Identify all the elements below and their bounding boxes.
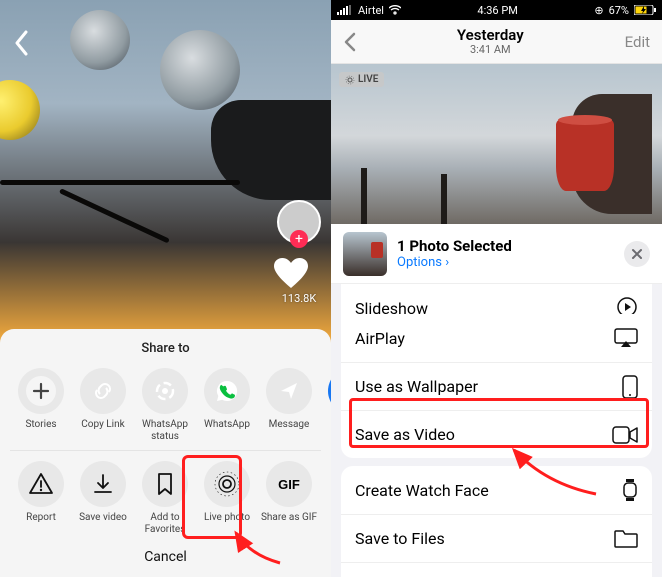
action-add-favorites[interactable]: Add to Favorites <box>134 461 196 535</box>
share-whatsapp-status[interactable]: WhatsApp status <box>134 368 196 442</box>
wifi-icon <box>389 5 401 15</box>
folder-icon <box>614 530 638 548</box>
action-create-watch-face[interactable]: Create Watch Face <box>341 466 652 514</box>
share-copy-link[interactable]: Copy Link <box>72 368 134 442</box>
share-header: 1 Photo Selected Options › <box>331 224 662 284</box>
signal-icon <box>337 5 353 15</box>
action-assign-contact[interactable]: Assign to Contact <box>341 562 652 577</box>
phone-icon <box>622 375 638 399</box>
share-whatsapp[interactable]: WhatsApp <box>196 368 258 442</box>
whatsapp-status-icon <box>142 368 188 414</box>
share-row-actions: Report Save video Add to Favorites Live … <box>0 459 331 539</box>
airplay-icon <box>614 328 638 348</box>
download-icon <box>80 461 126 507</box>
share-row-apps: Stories Copy Link WhatsApp status WhatsA… <box>0 366 331 446</box>
battery-icon <box>634 5 656 15</box>
close-button[interactable] <box>624 241 650 267</box>
actions-scroll[interactable]: Slideshow AirPlay Use as Wallpaper Save … <box>331 284 662 577</box>
video-background: 113.8K <box>0 0 331 340</box>
cancel-button[interactable]: Cancel <box>0 539 331 567</box>
like-button[interactable] <box>273 258 325 290</box>
nav-title: Yesterday 3:41 AM <box>457 27 524 57</box>
clock: 4:36 PM <box>477 4 517 17</box>
selection-title: 1 Photo Selected <box>397 237 512 255</box>
send-icon <box>266 368 312 414</box>
action-slideshow[interactable]: Slideshow <box>341 284 652 314</box>
link-icon <box>80 368 126 414</box>
carrier-label: Airtel <box>358 4 384 17</box>
creator-avatar[interactable] <box>277 200 321 244</box>
action-save-to-files[interactable]: Save to Files <box>341 514 652 562</box>
video-icon <box>612 426 638 444</box>
share-sheet: Share to Stories Copy Link WhatsApp stat… <box>0 329 331 577</box>
back-button[interactable] <box>14 30 30 56</box>
photo-preview[interactable]: LIVE <box>331 64 662 224</box>
live-badge: LIVE <box>339 72 384 87</box>
status-bar: Airtel 4:36 PM ⊕ 67% <box>331 0 662 20</box>
like-count: 113.8K <box>273 292 325 305</box>
share-title: Share to <box>0 341 331 356</box>
nav-edit[interactable]: Edit <box>625 33 650 51</box>
action-group-1: Slideshow AirPlay Use as Wallpaper Save … <box>341 284 652 458</box>
share-stories[interactable]: Stories <box>10 368 72 442</box>
whatsapp-icon <box>204 368 250 414</box>
action-airplay[interactable]: AirPlay <box>341 314 652 362</box>
photos-screen: Airtel 4:36 PM ⊕ 67% Yesterday 3:41 AM E… <box>331 0 662 577</box>
share-facebook[interactable]: Fa <box>320 368 331 442</box>
action-save-video[interactable]: Save video <box>72 461 134 535</box>
nav-back[interactable] <box>343 32 356 52</box>
battery-pct: 67% <box>609 4 629 17</box>
selection-thumbnail <box>343 232 387 276</box>
action-save-as-video[interactable]: Save as Video <box>341 410 652 458</box>
report-icon <box>18 461 64 507</box>
action-live-photo[interactable]: Live photo <box>196 461 258 535</box>
action-wallpaper[interactable]: Use as Wallpaper <box>341 362 652 410</box>
live-photo-icon <box>204 461 250 507</box>
chevron-right-icon: › <box>445 255 449 270</box>
action-group-2: Create Watch Face Save to Files Assign t… <box>341 466 652 577</box>
video-side-rail: 113.8K <box>273 200 325 305</box>
gif-icon: GIF <box>266 461 312 507</box>
options-link[interactable]: Options › <box>397 255 512 270</box>
nav-bar: Yesterday 3:41 AM Edit <box>331 20 662 64</box>
tiktok-screen: 113.8K Share to Stories Copy Link WhatsA… <box>0 0 331 577</box>
bookmark-icon <box>142 461 188 507</box>
share-message[interactable]: Message <box>258 368 320 442</box>
action-share-gif[interactable]: GIF Share as GIF <box>258 461 320 535</box>
play-circle-icon <box>616 296 638 314</box>
watch-icon <box>622 478 638 502</box>
action-report[interactable]: Report <box>10 461 72 535</box>
